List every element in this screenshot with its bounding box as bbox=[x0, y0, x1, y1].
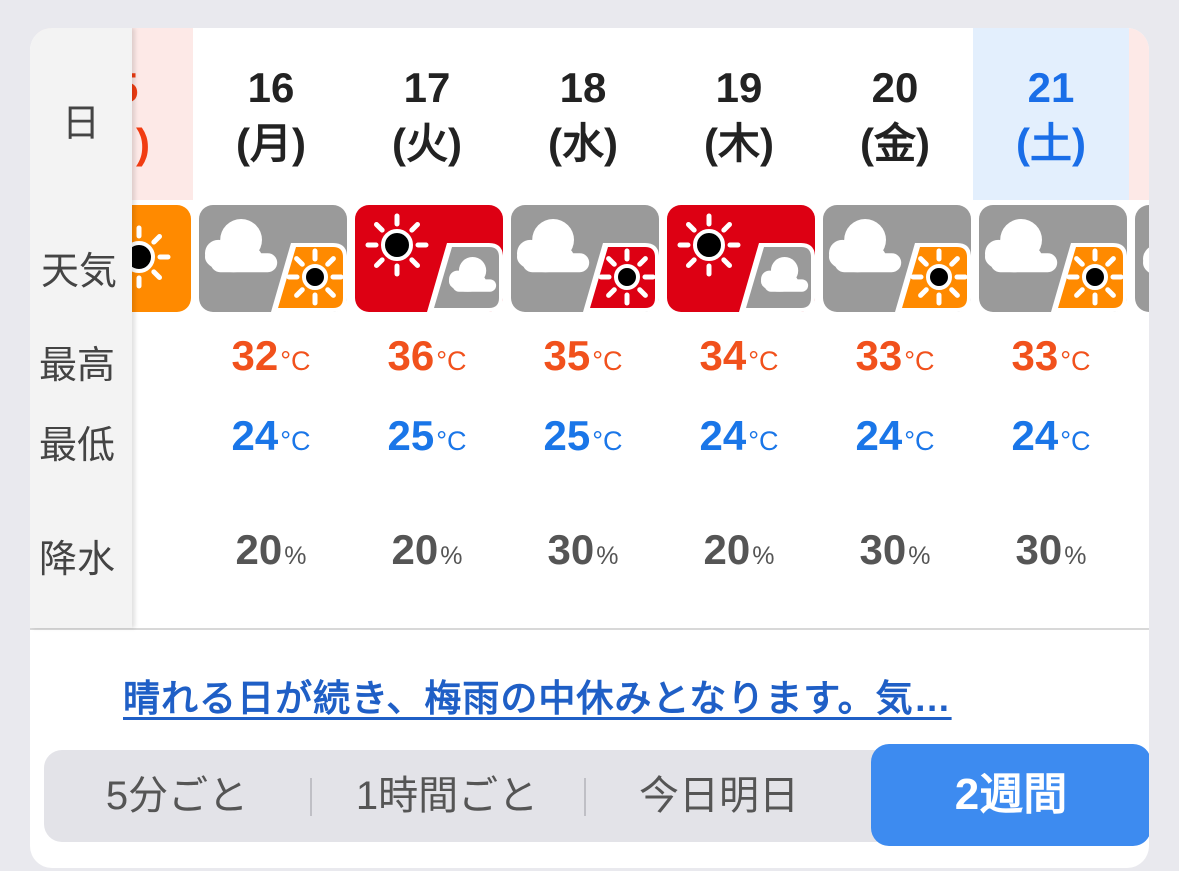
interval-tab-bar: 5分ごと 1時間ごと 今日明日 2週間 bbox=[44, 744, 1149, 846]
date-header: 17 (火) bbox=[349, 28, 505, 200]
date-weekday: (火) bbox=[392, 120, 462, 167]
rain-chance: 30% bbox=[1015, 526, 1087, 573]
day-column[interactable]: 18 (水) 35°C 25°C 30% bbox=[505, 28, 661, 628]
date-header: 21 (土) bbox=[973, 28, 1129, 200]
row-label-column: 日 天気 最高 最低 降水 bbox=[30, 28, 132, 628]
cloudy-then-sunny-icon bbox=[199, 205, 347, 312]
label-rain: 降水 bbox=[38, 539, 115, 581]
cloudy-icon bbox=[1135, 205, 1149, 312]
tab-2week[interactable]: 2週間 bbox=[871, 744, 1149, 846]
high-temp: 33°C bbox=[855, 332, 935, 379]
date-number: 18 bbox=[559, 64, 607, 111]
high-temp: 33°C bbox=[1011, 332, 1091, 379]
day-column[interactable]: 17 (火) 36°C 25°C 20% bbox=[349, 28, 505, 628]
date-weekday: (日) bbox=[1129, 120, 1149, 168]
date-weekday: (金) bbox=[860, 120, 930, 167]
date-header: 16 (月) bbox=[193, 28, 349, 200]
tab-5min[interactable]: 5分ごと bbox=[82, 750, 272, 842]
date-number: 21 bbox=[1027, 64, 1075, 111]
high-temp: 32°C bbox=[231, 332, 311, 379]
date-number: 20 bbox=[871, 64, 919, 111]
forecast-card: 15 (日) 16 (月) 32°C24°C20% 17 (火) 36°C25°… bbox=[30, 28, 1149, 868]
tab-hourly[interactable]: 1時間ごと bbox=[332, 750, 562, 842]
date-weekday: (水) bbox=[548, 120, 618, 167]
day-column[interactable]: 22 (日) bbox=[1129, 28, 1149, 628]
day-column[interactable]: 20 (金) 33°C 24°C 30% bbox=[817, 28, 973, 628]
high-temp: 36°C bbox=[387, 332, 467, 379]
tab-today-tomorrow[interactable]: 今日明日 bbox=[619, 750, 819, 842]
date-header: 19 (木) bbox=[661, 28, 817, 200]
date-number: 17 bbox=[403, 64, 451, 111]
day-column[interactable]: 21 (土) 33°C 24°C 30% bbox=[973, 28, 1129, 628]
hot-sunny-then-cloudy-icon bbox=[667, 205, 815, 312]
tab-separator bbox=[310, 778, 312, 816]
label-weather: 天気 bbox=[40, 251, 117, 293]
forecast-scroll-area[interactable]: 15 (日) 16 (月) 32°C24°C20% 17 (火) 36°C25°… bbox=[30, 28, 1149, 628]
label-low: 最低 bbox=[38, 425, 115, 467]
date-weekday: (月) bbox=[236, 120, 306, 167]
low-temp: 25°C bbox=[543, 412, 623, 459]
cloudy-then-sunny-icon bbox=[979, 205, 1127, 312]
cloudy-then-sunny-icon bbox=[823, 205, 971, 312]
rain-chance: 20% bbox=[391, 526, 463, 573]
date-weekday: (木) bbox=[704, 120, 774, 167]
date-header: 22 (日) bbox=[1129, 28, 1149, 200]
hot-sunny-then-cloudy-icon bbox=[355, 205, 503, 312]
low-temp: 24°C bbox=[231, 412, 311, 459]
day-column[interactable]: 19 (木) 34°C 24°C 20% bbox=[661, 28, 817, 628]
low-temp: 24°C bbox=[699, 412, 779, 459]
label-day: 日 bbox=[61, 103, 100, 145]
date-number: 16 bbox=[247, 64, 295, 111]
date-header: 18 (水) bbox=[505, 28, 661, 200]
forecast-comment-link[interactable]: 晴れる日が続き、梅雨の中休みとなります。気… bbox=[123, 668, 1063, 722]
rain-chance: 20% bbox=[235, 526, 307, 573]
rain-chance: 30% bbox=[859, 526, 931, 573]
date-weekday: (土) bbox=[1016, 120, 1086, 167]
rain-chance: 20% bbox=[703, 526, 775, 573]
low-temp: 24°C bbox=[1011, 412, 1091, 459]
cloudy-then-hot-sunny-icon bbox=[511, 205, 659, 312]
low-temp: 24°C bbox=[855, 412, 935, 459]
date-number: 19 bbox=[715, 64, 763, 111]
date-header: 20 (金) bbox=[817, 28, 973, 200]
tab-separator bbox=[584, 778, 586, 816]
date-number: 22 bbox=[1129, 64, 1149, 112]
rain-chance: 30% bbox=[547, 526, 619, 573]
day-column[interactable]: 16 (月) 32°C 24°C 20% bbox=[193, 28, 349, 628]
high-temp: 35°C bbox=[543, 332, 623, 379]
high-temp: 34°C bbox=[699, 332, 779, 379]
low-temp: 25°C bbox=[387, 412, 467, 459]
label-high: 最高 bbox=[38, 345, 115, 387]
divider bbox=[30, 628, 1149, 630]
